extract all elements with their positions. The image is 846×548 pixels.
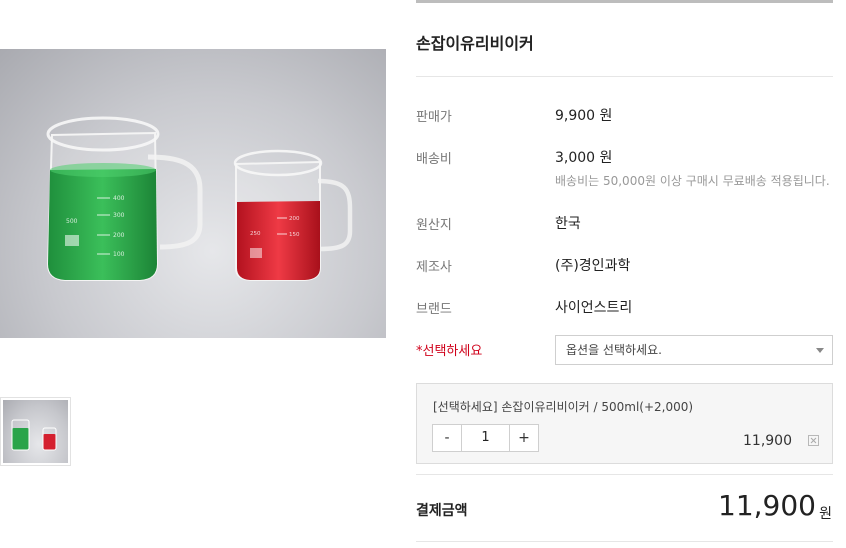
large-mark-200: 200 (113, 232, 125, 239)
large-mark-500: 500 (66, 218, 78, 225)
shipping-note: 배송비는 50,000원 이상 구매시 무료배송 적용됩니다. (555, 174, 830, 188)
large-mark-400: 400 (113, 195, 125, 202)
divider (416, 474, 833, 475)
small-beaker: 200 150 250 (233, 149, 353, 281)
shipping-value: 3,000 원 (555, 150, 613, 166)
thumbnail-beakers (11, 419, 57, 451)
selected-option-name: [선택하세요] 손잡이유리비이커 / 500ml(+2,000) (433, 400, 694, 414)
option-label-text: 선택하세요 (422, 344, 483, 359)
total-label: 결제금액 (416, 503, 468, 519)
large-beaker: 400 300 200 100 500 (46, 116, 203, 281)
brand-label: 브랜드 (416, 302, 452, 317)
product-thumbnail[interactable] (0, 397, 71, 466)
option-select[interactable]: 옵션을 선택하세요. (555, 335, 833, 365)
small-mark-150: 150 (289, 232, 300, 238)
origin-value: 한국 (555, 216, 581, 232)
remove-option-icon[interactable] (808, 435, 819, 446)
info-top-bar (416, 0, 833, 3)
small-mark-200: 200 (289, 216, 300, 222)
option-select-placeholder: 옵션을 선택하세요. (566, 343, 662, 357)
price-value: 9,900 원 (555, 108, 613, 124)
brand-value: 사이언스트리 (555, 300, 633, 316)
origin-label: 원산지 (416, 218, 452, 233)
thumbnail-image (3, 400, 68, 463)
chevron-down-icon (816, 348, 824, 353)
quantity-decrease-button[interactable]: - (433, 425, 461, 451)
price-label: 판매가 (416, 110, 452, 125)
option-label: *선택하세요 (416, 340, 482, 359)
selected-option-price: 11,900 (743, 433, 792, 449)
small-mark-250: 250 (250, 231, 261, 237)
product-title: 손잡이유리비이커 (416, 34, 534, 53)
product-detail-page: 400 300 200 100 500 200 150 250 손잡이유리비이커… (0, 0, 846, 548)
total-unit: 원 (819, 506, 832, 522)
shipping-label: 배송비 (416, 152, 452, 167)
total-price: 11,900 (718, 489, 816, 522)
large-mark-100: 100 (113, 251, 125, 258)
quantity-stepper: - 1 + (432, 424, 539, 452)
large-mark-300: 300 (113, 212, 125, 219)
maker-value: (주)경인과학 (555, 258, 631, 274)
divider (416, 76, 833, 77)
beakers-illustration: 400 300 200 100 500 200 150 250 (46, 116, 353, 281)
quantity-input[interactable]: 1 (461, 425, 510, 451)
selected-option-box: [선택하세요] 손잡이유리비이커 / 500ml(+2,000) - 1 + 1… (416, 383, 833, 464)
product-main-image: 400 300 200 100 500 200 150 250 (0, 49, 386, 338)
maker-label: 제조사 (416, 260, 452, 275)
divider (416, 541, 833, 542)
quantity-increase-button[interactable]: + (510, 425, 538, 451)
